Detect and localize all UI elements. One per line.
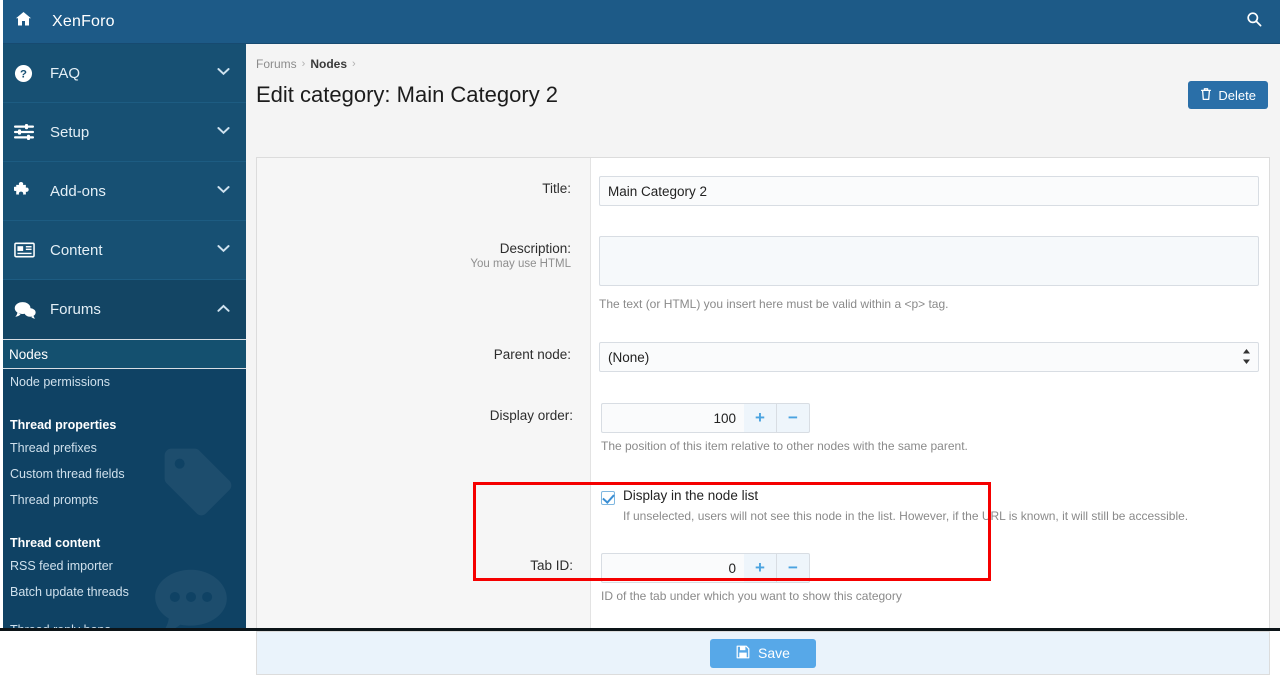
- parent-node-label: Parent node:: [493, 347, 571, 362]
- comments-icon: [14, 299, 40, 321]
- sliders-icon: [14, 121, 40, 143]
- question-circle-icon: ?: [14, 62, 40, 84]
- sidebar-item-label: Thread prefixes: [10, 441, 97, 455]
- newspaper-icon: [14, 239, 40, 261]
- display-order-decrement-button[interactable]: −: [777, 403, 810, 433]
- tab-id-increment-button[interactable]: +: [744, 553, 777, 583]
- sidebar-item-thread-prefixes[interactable]: Thread prefixes: [0, 435, 246, 461]
- display-in-node-list-explain: If unselected, users will not see this n…: [623, 509, 1189, 523]
- sidebar-group-faq[interactable]: ? FAQ: [0, 44, 246, 103]
- delete-button-label: Delete: [1218, 87, 1256, 103]
- sidebar-item-thread-prompts[interactable]: Thread prompts: [0, 487, 246, 513]
- display-in-node-list-checkbox[interactable]: [601, 491, 615, 505]
- tab-id-explain: ID of the tab under which you want to sh…: [601, 589, 902, 603]
- description-sublabel: You may use HTML: [470, 258, 571, 270]
- sidebar-item-label: Node permissions: [10, 375, 111, 389]
- display-order-input[interactable]: [601, 403, 744, 433]
- top-bar: XenForo: [0, 0, 1280, 44]
- chevron-down-icon: [217, 126, 230, 138]
- main-content: Forums › Nodes › Edit category: Main Cat…: [246, 44, 1280, 675]
- sidebar-item-batch-update-threads[interactable]: Batch update threads: [0, 579, 246, 605]
- form-row-parent-node: Parent node: (None): [257, 342, 1269, 372]
- breadcrumb-separator: ›: [352, 58, 356, 70]
- chevron-down-icon: [217, 67, 230, 79]
- breadcrumb-item-nodes[interactable]: Nodes: [310, 57, 347, 71]
- sidebar: ? FAQ Setup Add-ons Content Forums Nodes…: [0, 44, 246, 631]
- sidebar-item-rss-feed-importer[interactable]: RSS feed importer: [0, 553, 246, 579]
- delete-button[interactable]: Delete: [1188, 81, 1268, 109]
- title-input[interactable]: [599, 176, 1259, 206]
- display-in-node-list-label: Display in the node list: [623, 488, 759, 503]
- sidebar-heading-thread-content: Thread content: [10, 536, 101, 550]
- breadcrumb-item-forums[interactable]: Forums: [256, 57, 297, 71]
- edit-category-form: Title: Description: You may use HTML The…: [256, 157, 1270, 631]
- chevron-up-icon: [217, 304, 230, 316]
- sidebar-item-nodes[interactable]: Nodes: [0, 339, 246, 369]
- display-order-increment-button[interactable]: +: [744, 403, 777, 433]
- save-button[interactable]: Save: [710, 638, 816, 668]
- sidebar-submenu-forums: Nodes Node permissions Thread properties…: [0, 339, 246, 631]
- display-in-node-list-spacer: [257, 488, 591, 523]
- home-icon: [15, 11, 32, 32]
- sidebar-group-label: Setup: [50, 123, 90, 141]
- save-button-label: Save: [758, 645, 790, 661]
- description-textarea[interactable]: [599, 236, 1259, 286]
- page-header: Edit category: Main Category 2 Delete: [246, 74, 1280, 116]
- sidebar-item-label: Custom thread fields: [10, 467, 125, 481]
- sidebar-item-label: Nodes: [9, 346, 49, 362]
- sidebar-heading-thread-properties: Thread properties: [10, 418, 117, 432]
- description-explain: The text (or HTML) you insert here must …: [599, 297, 949, 311]
- sidebar-group-forums[interactable]: Forums: [0, 280, 246, 339]
- sidebar-group-add-ons[interactable]: Add-ons: [0, 162, 246, 221]
- form-row-display-order: Display order: + − The position of this …: [257, 403, 1269, 453]
- window-left-edge: [0, 0, 3, 631]
- tab-id-stepper: + −: [601, 553, 1259, 583]
- sidebar-item-label: Thread prompts: [10, 493, 99, 507]
- breadcrumb: Forums › Nodes ›: [246, 44, 1280, 74]
- sidebar-group-label: FAQ: [50, 64, 81, 82]
- sidebar-group-label: Forums: [50, 301, 101, 318]
- svg-text:?: ?: [20, 68, 27, 80]
- display-order-explain: The position of this item relative to ot…: [601, 439, 968, 453]
- description-label-text: Description:: [499, 241, 571, 256]
- form-row-display-in-node-list: Display in the node list If unselected, …: [257, 488, 1269, 523]
- home-button[interactable]: [0, 0, 46, 44]
- sidebar-item-label: Batch update threads: [10, 585, 129, 599]
- puzzle-piece-icon: [14, 180, 40, 202]
- tab-id-decrement-button[interactable]: −: [777, 553, 810, 583]
- sidebar-item-custom-thread-fields[interactable]: Custom thread fields: [0, 461, 246, 487]
- title-label: Title:: [542, 181, 571, 196]
- sidebar-group-label: Add-ons: [50, 182, 106, 200]
- parent-node-select[interactable]: (None): [599, 342, 1259, 372]
- chevron-down-icon: [217, 185, 230, 197]
- sidebar-group-content[interactable]: Content: [0, 221, 246, 280]
- form-row-tab-id: Tab ID: + − ID of the tab under which yo…: [257, 553, 1269, 603]
- form-row-title: Title:: [257, 176, 1269, 206]
- description-label: Description: You may use HTML: [257, 236, 589, 311]
- chevron-down-icon: [217, 244, 230, 256]
- sidebar-item-label: RSS feed importer: [10, 559, 113, 573]
- sidebar-item-node-permissions[interactable]: Node permissions: [0, 369, 246, 395]
- display-order-label: Display order:: [489, 408, 573, 423]
- page-title: Edit category: Main Category 2: [256, 82, 559, 107]
- trash-icon: [1200, 87, 1212, 104]
- display-order-stepper: + −: [601, 403, 1259, 433]
- search-icon: [1246, 11, 1262, 32]
- floppy-disk-icon: [736, 645, 750, 662]
- search-button[interactable]: [1228, 0, 1280, 44]
- sidebar-group-setup[interactable]: Setup: [0, 103, 246, 162]
- sidebar-group-label: Content: [50, 241, 103, 259]
- tab-id-label: Tab ID:: [530, 558, 573, 573]
- app-title: XenForo: [52, 12, 115, 30]
- form-footer: Save: [256, 631, 1270, 675]
- tab-id-input[interactable]: [601, 553, 744, 583]
- form-row-description: Description: You may use HTML The text (…: [257, 236, 1269, 311]
- breadcrumb-separator: ›: [301, 58, 306, 70]
